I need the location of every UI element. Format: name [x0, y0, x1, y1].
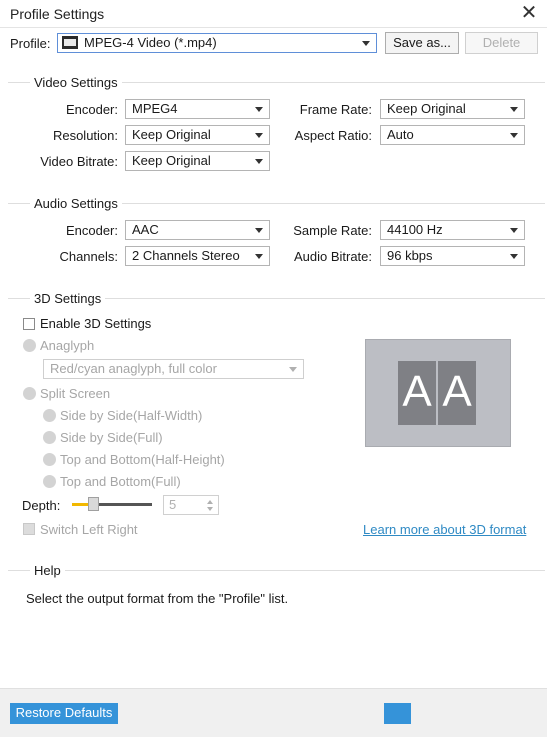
video-bitrate-value: Keep Original: [132, 153, 211, 168]
audio-bitrate-select[interactable]: 96 kbps: [380, 246, 525, 266]
chevron-down-icon: [362, 41, 370, 46]
help-text: Select the output format from the "Profi…: [26, 591, 289, 606]
anaglyph-type-value: Red/cyan anaglyph, full color: [50, 361, 217, 376]
depth-value: 5: [169, 497, 177, 512]
video-bitrate-label: Video Bitrate:: [40, 154, 118, 169]
depth-label: Depth:: [22, 498, 61, 513]
chevron-down-icon: [255, 228, 263, 233]
chevron-down-icon: [510, 133, 518, 138]
split-option-label: Side by Side(Half-Width): [60, 408, 203, 423]
frame-rate-label: Frame Rate:: [299, 102, 372, 117]
resolution-value: Keep Original: [132, 127, 211, 142]
sample-rate-select[interactable]: 44100 Hz: [380, 220, 525, 240]
close-icon[interactable]: ✕: [520, 2, 538, 24]
depth-spinbox[interactable]: 5: [163, 495, 219, 515]
chevron-down-icon: [255, 159, 263, 164]
chevron-down-icon: [510, 107, 518, 112]
split-option-label: Side by Side(Full): [60, 430, 163, 445]
video-encoder-select[interactable]: MPEG4: [125, 99, 270, 119]
chevron-down-icon: [255, 133, 263, 138]
window-title: Profile Settings: [10, 6, 105, 22]
audio-encoder-label: Encoder:: [65, 223, 118, 238]
enable-3d-checkbox[interactable]: [23, 318, 35, 330]
video-encoder-label: Encoder:: [65, 102, 118, 117]
channels-value: 2 Channels Stereo: [132, 248, 240, 263]
delete-button[interactable]: Delete: [465, 32, 538, 54]
anaglyph-label: Anaglyph: [40, 338, 95, 353]
restore-defaults-button[interactable]: Restore Defaults: [10, 703, 118, 724]
switch-left-right-checkbox[interactable]: [23, 523, 35, 535]
split-option-radio[interactable]: [43, 453, 56, 466]
3d-preview: A A: [365, 339, 511, 447]
audio-bitrate-value: 96 kbps: [387, 248, 433, 263]
profile-label: Profile:: [10, 36, 51, 51]
audio-encoder-select[interactable]: AAC: [125, 220, 270, 240]
video-encoder-value: MPEG4: [132, 101, 178, 116]
title-divider: [0, 27, 547, 28]
help-title: Help: [30, 563, 65, 578]
sample-rate-label: Sample Rate:: [293, 223, 372, 238]
depth-slider-thumb[interactable]: [88, 497, 99, 511]
chevron-down-icon: [255, 107, 263, 112]
resolution-label: Resolution:: [52, 128, 118, 143]
switch-left-right-label: Switch Left Right: [40, 522, 138, 537]
3d-settings-title: 3D Settings: [30, 291, 106, 306]
audio-settings-title: Audio Settings: [30, 196, 122, 211]
help-section-divider: [8, 570, 545, 571]
split-screen-label: Split Screen: [40, 386, 111, 401]
aspect-ratio-select[interactable]: Auto: [380, 125, 525, 145]
split-option-radio[interactable]: [43, 475, 56, 488]
profile-select-value: MPEG-4 Video (*.mp4): [84, 35, 217, 50]
audio-bitrate-label: Audio Bitrate:: [293, 249, 372, 264]
anaglyph-radio[interactable]: [23, 339, 36, 352]
chevron-down-icon: [510, 228, 518, 233]
split-screen-radio[interactable]: [23, 387, 36, 400]
split-option-radio[interactable]: [43, 431, 56, 444]
chevron-down-icon: [510, 254, 518, 259]
chevron-down-icon: [255, 254, 263, 259]
video-settings-title: Video Settings: [30, 75, 122, 90]
chevron-down-icon: [289, 367, 297, 372]
learn-more-3d-link[interactable]: Learn more about 3D format: [363, 522, 526, 537]
preview-right-tile: A: [438, 361, 476, 425]
confirm-button[interactable]: [384, 703, 411, 724]
spin-up-icon[interactable]: [207, 500, 213, 504]
resolution-select[interactable]: Keep Original: [125, 125, 270, 145]
frame-rate-value: Keep Original: [387, 101, 466, 116]
frame-rate-select[interactable]: Keep Original: [380, 99, 525, 119]
video-bitrate-select[interactable]: Keep Original: [125, 151, 270, 171]
mp4-file-icon: [62, 36, 78, 49]
audio-encoder-value: AAC: [132, 222, 159, 237]
split-option-radio[interactable]: [43, 409, 56, 422]
enable-3d-label: Enable 3D Settings: [40, 316, 152, 331]
spin-down-icon[interactable]: [207, 507, 213, 511]
anaglyph-type-select[interactable]: Red/cyan anaglyph, full color: [43, 359, 304, 379]
preview-left-tile: A: [398, 361, 436, 425]
save-as-button[interactable]: Save as...: [385, 32, 459, 54]
profile-select[interactable]: MPEG-4 Video (*.mp4): [57, 33, 377, 53]
sample-rate-value: 44100 Hz: [387, 222, 443, 237]
channels-select[interactable]: 2 Channels Stereo: [125, 246, 270, 266]
channels-label: Channels:: [59, 249, 118, 264]
split-option-label: Top and Bottom(Half-Height): [60, 452, 225, 467]
aspect-ratio-value: Auto: [387, 127, 414, 142]
split-option-label: Top and Bottom(Full): [60, 474, 181, 489]
aspect-ratio-label: Aspect Ratio:: [294, 128, 372, 143]
